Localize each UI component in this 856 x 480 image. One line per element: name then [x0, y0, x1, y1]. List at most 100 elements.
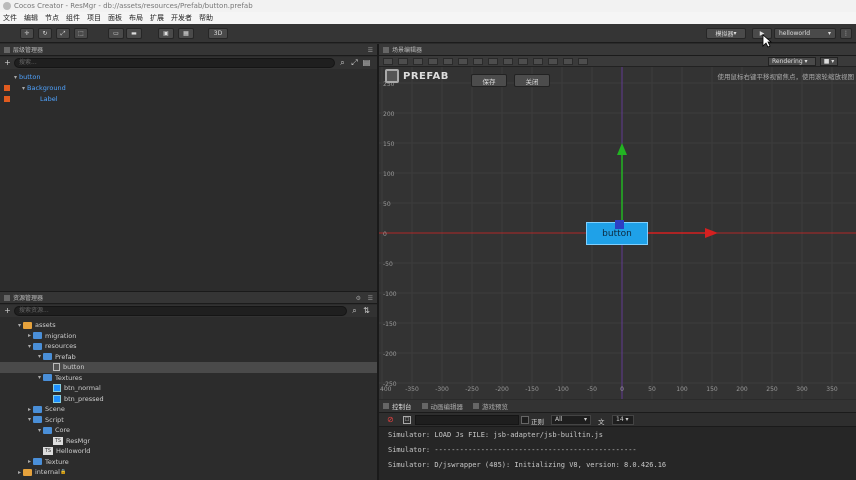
x-tick-label: 350	[826, 386, 838, 393]
expand-arrow-icon[interactable]: ▾	[36, 374, 43, 381]
asset-item[interactable]: ▾ Core	[0, 425, 377, 436]
log-level-dropdown[interactable]: All ▾	[551, 415, 591, 425]
align-tool-icon[interactable]	[398, 58, 408, 65]
asset-label: btn_pressed	[64, 394, 104, 403]
expand-arrow-icon[interactable]: ▾	[16, 322, 23, 329]
add-asset-icon[interactable]: +	[3, 306, 12, 315]
asset-item[interactable]: button	[0, 362, 377, 373]
expand-arrow-icon[interactable]: ▾	[20, 85, 27, 92]
menu-item[interactable]: 节点	[45, 13, 59, 23]
lock-icon[interactable]	[4, 85, 10, 92]
align-tool-icon[interactable]	[518, 58, 528, 65]
menu-item[interactable]: 组件	[66, 13, 80, 23]
align-tool-icon[interactable]	[503, 58, 513, 65]
align-tool-icon[interactable]	[443, 58, 453, 65]
asset-item[interactable]: btn_normal	[0, 383, 377, 394]
console-tab[interactable]: 游戏预览	[473, 401, 508, 411]
snap-toggle-button[interactable]: ▦	[178, 28, 194, 39]
lock-icon[interactable]	[4, 96, 10, 103]
search-icon[interactable]: ⌕	[338, 58, 347, 67]
console-tab[interactable]: 动画编辑器	[421, 401, 463, 411]
close-prefab-button[interactable]: 关闭	[514, 74, 550, 87]
more-button[interactable]: ⋮	[840, 28, 852, 39]
search-icon[interactable]: ⌕	[350, 306, 359, 315]
menu-item[interactable]: 文件	[3, 13, 17, 23]
rendering-dropdown[interactable]: Rendering ▾	[768, 57, 816, 66]
menu-item[interactable]: 布局	[129, 13, 143, 23]
preview-mode-dropdown[interactable]: 模拟器 ▾	[706, 28, 746, 39]
regex-checkbox[interactable]	[521, 416, 529, 424]
expand-arrow-icon[interactable]: ▾	[26, 416, 33, 423]
asset-item[interactable]: TS ResMgr	[0, 436, 377, 447]
gizmo-toggle-button[interactable]: ▣	[158, 28, 174, 39]
align-tool-icon[interactable]	[383, 58, 393, 65]
collapse-arrow-icon[interactable]: ▸	[26, 458, 33, 465]
expand-arrow-icon[interactable]: ▾	[36, 427, 43, 434]
move-tool-button[interactable]: ✛	[20, 28, 34, 39]
save-prefab-button[interactable]: 保存	[471, 74, 507, 87]
menu-item[interactable]: 项目	[87, 13, 101, 23]
panel-menu-icon[interactable]: ☰	[368, 47, 373, 54]
align-tool-icon[interactable]	[413, 58, 423, 65]
rect-tool-button[interactable]: ⬚	[74, 28, 88, 39]
asset-label: Textures	[55, 373, 83, 382]
align-tool-icon[interactable]	[548, 58, 558, 65]
asset-item[interactable]: ▸ Scene	[0, 404, 377, 415]
assets-search-input[interactable]: 搜索资源...	[14, 306, 347, 316]
collapse-arrow-icon[interactable]: ▸	[26, 332, 33, 339]
align-tool-icon[interactable]	[473, 58, 483, 65]
asset-item[interactable]: ▾ Script	[0, 415, 377, 426]
expand-arrow-icon[interactable]: ▾	[26, 343, 33, 350]
menu-item[interactable]: 扩展	[150, 13, 164, 23]
asset-item[interactable]: ▸ migration	[0, 331, 377, 342]
settings-icon[interactable]: ⚙	[356, 295, 361, 302]
collapse-logs-icon[interactable]: ☐	[403, 416, 411, 424]
font-size-dropdown[interactable]: 14 ▾	[612, 415, 634, 425]
align-tool-icon[interactable]	[578, 58, 588, 65]
collapse-arrow-icon[interactable]: ▸	[26, 406, 33, 413]
locate-icon[interactable]: ⤢	[350, 58, 359, 67]
menu-item[interactable]: 帮助	[199, 13, 213, 23]
menu-item[interactable]: 编辑	[24, 13, 38, 23]
console-tab[interactable]: 控制台	[383, 401, 412, 411]
sort-icon[interactable]: ⇅	[362, 306, 371, 315]
align-tool-icon[interactable]	[533, 58, 543, 65]
tree-node-button[interactable]: ▾ button	[0, 72, 377, 83]
asset-item[interactable]: ▸ internal 🔒	[0, 467, 377, 478]
pivot-toggle-button[interactable]: ▭	[108, 28, 124, 39]
log-line: Simulator: -----------------------------…	[388, 446, 637, 454]
main-toolbar: ✛ ↻ ⤢ ⬚ ▭ ▬ ▣ ▦ 3D 模拟器 ▾ ▶ helloworld ▾ ⋮	[0, 24, 856, 43]
expand-arrow-icon[interactable]: ▾	[12, 74, 19, 81]
asset-item[interactable]: ▸ Texture	[0, 457, 377, 468]
tree-node-label[interactable]: Label	[0, 94, 377, 105]
align-tool-icon[interactable]	[488, 58, 498, 65]
tree-node-background[interactable]: ▾ Background	[0, 83, 377, 94]
coord-toggle-button[interactable]: ▬	[126, 28, 142, 39]
asset-item[interactable]: TS Helloworld	[0, 446, 377, 457]
hierarchy-search-input[interactable]: 搜索...	[14, 58, 335, 68]
expand-arrow-icon[interactable]: ▾	[36, 353, 43, 360]
menu-item[interactable]: 面板	[108, 13, 122, 23]
rotate-tool-button[interactable]: ↻	[38, 28, 52, 39]
gizmo-center-handle[interactable]	[615, 220, 624, 229]
folder-icon	[43, 353, 52, 361]
align-tool-icon[interactable]	[458, 58, 468, 65]
panel-menu-icon[interactable]: ☰	[368, 295, 373, 302]
asset-item[interactable]: ▾ Textures	[0, 373, 377, 384]
collapse-arrow-icon[interactable]: ▸	[16, 469, 23, 476]
align-tool-icon[interactable]	[563, 58, 573, 65]
menu-item[interactable]: 开发者	[171, 13, 192, 23]
asset-item[interactable]: ▾ Prefab	[0, 352, 377, 363]
collapse-icon[interactable]: ▤	[362, 58, 371, 67]
add-node-icon[interactable]: +	[3, 58, 12, 67]
asset-item[interactable]: ▾ assets	[0, 320, 377, 331]
camera-dropdown[interactable]: ■ ▾	[820, 57, 838, 66]
scale-tool-button[interactable]: ⤢	[56, 28, 70, 39]
clear-console-icon[interactable]: ⊘	[387, 416, 394, 424]
console-filter-input[interactable]	[415, 415, 519, 425]
align-tool-icon[interactable]	[428, 58, 438, 65]
asset-item[interactable]: btn_pressed	[0, 394, 377, 405]
asset-item[interactable]: ▾ resources	[0, 341, 377, 352]
scene-select-dropdown[interactable]: helloworld ▾	[774, 28, 836, 39]
3d-toggle-button[interactable]: 3D	[208, 28, 228, 39]
